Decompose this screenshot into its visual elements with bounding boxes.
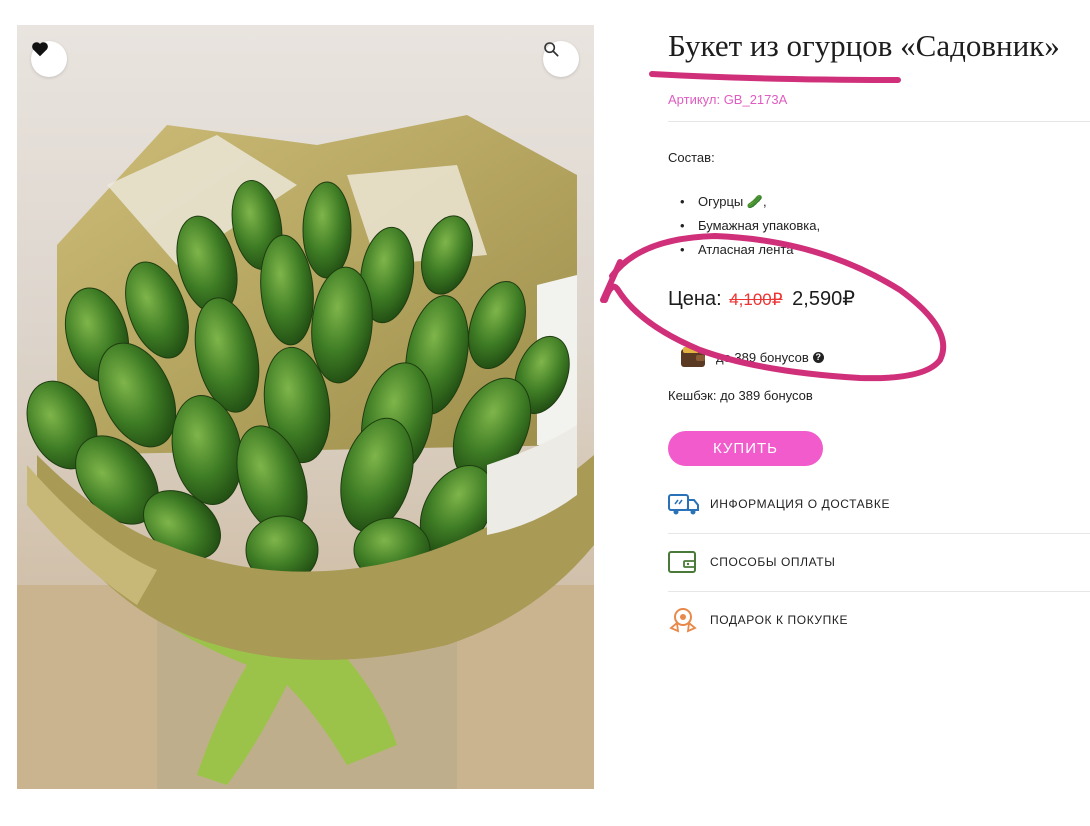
wallet-payment-icon: [668, 551, 696, 573]
payment-methods-label: СПОСОБЫ ОПЛАТЫ: [710, 555, 836, 569]
zoom-button[interactable]: [543, 41, 579, 77]
price-block: Цена: 4,100₽ 2,590₽: [668, 286, 855, 311]
gift-link[interactable]: ПОДАРОК К ПОКУПКЕ: [668, 606, 848, 634]
cucumber-bouquet-image: [17, 115, 594, 789]
product-sku: Артикул: GB_2173A: [668, 92, 788, 107]
divider: [668, 591, 1090, 592]
favorite-button[interactable]: [31, 41, 67, 77]
cashback-text: Кешбэк: до 389 бонусов: [668, 388, 813, 403]
price-label: Цена:: [668, 288, 722, 310]
current-price: 2,590₽: [792, 288, 855, 310]
price-circle-tail-mark: [600, 259, 623, 303]
wallet-icon: [681, 347, 705, 367]
product-photo[interactable]: [17, 25, 594, 789]
payment-methods-link[interactable]: СПОСОБЫ ОПЛАТЫ: [668, 548, 835, 576]
old-price: 4,100₽: [729, 290, 783, 309]
heart-icon: [32, 42, 48, 57]
delivery-info-link[interactable]: ИНФОРМАЦИЯ О ДОСТАВКЕ: [668, 490, 890, 518]
divider: [668, 121, 1090, 122]
question-icon[interactable]: ?: [812, 351, 824, 363]
magnifier-icon: [544, 42, 559, 57]
divider: [668, 533, 1090, 534]
composition-item: Огурцы 🥒,: [680, 190, 820, 214]
buy-button[interactable]: КУПИТЬ: [668, 431, 823, 466]
gift-badge-icon: [669, 608, 697, 633]
product-info: Букет из огурцов «Садовник» Артикул: GB_…: [668, 0, 1090, 826]
composition-label: Состав:: [668, 150, 715, 165]
gift-label: ПОДАРОК К ПОКУПКЕ: [710, 613, 849, 627]
composition-item: Бумажная упаковка,: [680, 214, 820, 238]
delivery-info-label: ИНФОРМАЦИЯ О ДОСТАВКЕ: [710, 497, 891, 511]
delivery-truck-icon: [668, 494, 699, 515]
bonus-info: до 389 бонусов ?: [680, 346, 824, 368]
product-title: Букет из огурцов «Садовник»: [668, 28, 1060, 63]
composition-list: Огурцы 🥒, Бумажная упаковка, Атласная ле…: [680, 190, 820, 262]
bonus-text: до 389 бонусов: [716, 349, 809, 365]
composition-item: Атласная лента: [680, 238, 820, 262]
